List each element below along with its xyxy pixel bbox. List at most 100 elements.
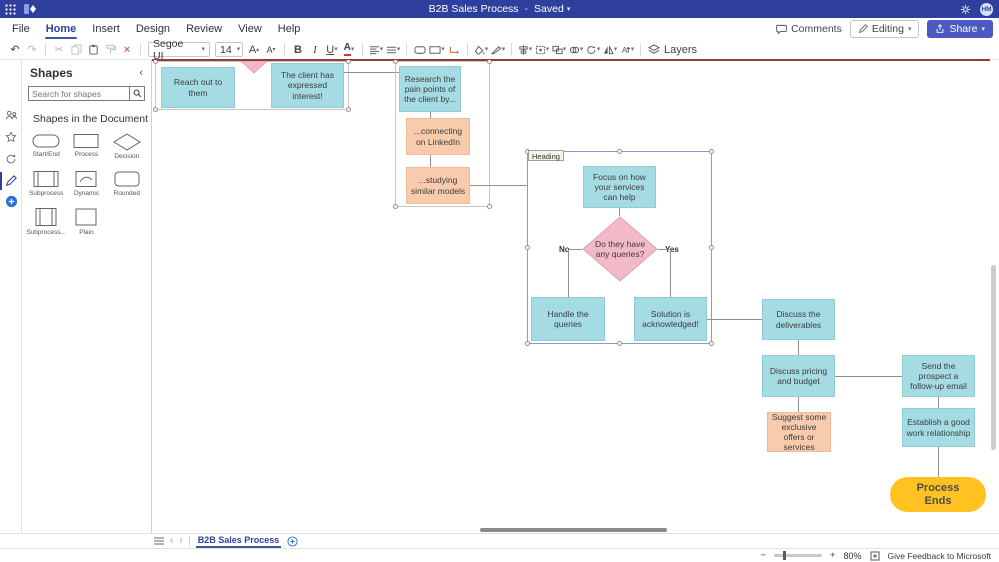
node-discuss-deliverables[interactable]: Discuss the deliverables xyxy=(762,299,835,340)
connector[interactable] xyxy=(938,447,939,477)
feedback-link[interactable]: Give Feedback to Microsoft xyxy=(888,551,991,561)
node-queries-decision[interactable]: Do they have any queries? xyxy=(582,216,658,282)
underline-button[interactable]: U▾ xyxy=(324,42,340,58)
zoom-out-button[interactable]: − xyxy=(760,550,766,561)
search-icon[interactable] xyxy=(129,87,144,100)
node-focus-services[interactable]: Focus on how your services can help xyxy=(583,166,656,208)
selection-handle[interactable] xyxy=(709,149,714,154)
vertical-align-button[interactable]: ▾ xyxy=(385,42,401,58)
copy-button[interactable] xyxy=(68,42,84,58)
account-avatar[interactable]: HM xyxy=(980,3,993,16)
node-connecting-linkedin[interactable]: ...connecting on LinkedIn xyxy=(406,118,470,155)
vertical-scrollbar-thumb[interactable] xyxy=(991,265,996,450)
undo-button[interactable]: ↶ xyxy=(7,42,23,58)
change-shape-button[interactable]: ▾ xyxy=(429,42,445,58)
bold-button[interactable]: B xyxy=(290,42,306,58)
text-align-button[interactable]: ▾ xyxy=(368,42,384,58)
pen-stencil-icon[interactable] xyxy=(4,174,18,188)
fill-color-button[interactable]: ▾ xyxy=(473,42,489,58)
shape-master-plain[interactable]: Plain xyxy=(66,203,106,236)
node-solution-acknowledged[interactable]: Solution is acknowledged! xyxy=(634,297,707,341)
align-objects-button[interactable]: ▾ xyxy=(517,42,533,58)
line-color-button[interactable]: ▾ xyxy=(490,42,506,58)
connector[interactable] xyxy=(670,249,671,297)
format-painter-button[interactable] xyxy=(102,42,118,58)
node-client-interest[interactable]: The client has expressed interest! xyxy=(271,63,344,108)
add-page-button[interactable] xyxy=(287,536,298,547)
zoom-slider-thumb[interactable] xyxy=(783,551,786,560)
connector[interactable] xyxy=(835,376,902,377)
add-stencil-button[interactable] xyxy=(4,194,18,208)
tab-file[interactable]: File xyxy=(4,18,38,40)
connector[interactable] xyxy=(938,397,939,408)
tab-help[interactable]: Help xyxy=(270,18,309,40)
connector[interactable] xyxy=(798,397,799,412)
previous-page-button[interactable]: ‹ xyxy=(170,536,173,546)
container-heading-label[interactable]: Heading xyxy=(528,150,564,161)
node-handle-queries[interactable]: Handle the queries xyxy=(531,297,605,341)
shape-search-input[interactable] xyxy=(29,89,129,99)
tab-home[interactable]: Home xyxy=(38,18,85,40)
shape-master-subprocess[interactable]: Subprocess xyxy=(26,166,66,197)
delete-button[interactable]: × xyxy=(119,42,135,58)
layers-button[interactable]: Layers xyxy=(648,44,697,56)
zoom-slider[interactable] xyxy=(774,554,822,557)
vertical-scrollbar[interactable] xyxy=(990,60,997,527)
node-suggest-offers[interactable]: Suggest some exclusive offers or service… xyxy=(767,412,831,452)
cut-button[interactable]: ✂ xyxy=(51,42,67,58)
connector-type-button[interactable] xyxy=(446,42,462,58)
font-family-select[interactable]: Segoe UI ▾ xyxy=(148,42,210,57)
node-reach-out[interactable]: Reach out to them xyxy=(161,67,235,108)
shape-master-process[interactable]: Process xyxy=(66,129,106,160)
connector[interactable] xyxy=(707,319,762,320)
selection-handle[interactable] xyxy=(617,149,622,154)
connector[interactable] xyxy=(568,249,569,297)
page-tab[interactable]: B2B Sales Process xyxy=(196,535,282,548)
node-establish-relationship[interactable]: Establish a good work relationship xyxy=(902,408,975,447)
flip-button[interactable]: ▾ xyxy=(602,42,618,58)
position-button[interactable]: ▾ xyxy=(534,42,550,58)
horizontal-scrollbar-thumb[interactable] xyxy=(480,528,667,532)
connector[interactable] xyxy=(470,185,527,186)
zoom-in-button[interactable]: + xyxy=(830,550,836,561)
shape-master-subprocess-alt[interactable]: Subprocess... xyxy=(26,203,66,236)
paste-button[interactable] xyxy=(85,42,101,58)
save-status-menu[interactable]: Saved ▾ xyxy=(534,3,570,15)
connector[interactable] xyxy=(344,72,399,73)
page-list-button[interactable] xyxy=(154,537,164,545)
shape-master-start-end[interactable]: Start/End xyxy=(26,129,66,160)
app-launcher-icon[interactable] xyxy=(5,4,16,15)
node-studying-models[interactable]: ...studying similar models xyxy=(406,167,470,204)
selection-handle[interactable] xyxy=(525,245,530,250)
node-followup-email[interactable]: Send the prospect a follow-up email xyxy=(902,355,975,397)
fit-page-icon[interactable] xyxy=(870,551,880,561)
selection-handle[interactable] xyxy=(487,204,492,209)
tab-insert[interactable]: Insert xyxy=(84,18,128,40)
settings-gear-icon[interactable] xyxy=(960,4,971,15)
connector[interactable] xyxy=(619,208,620,216)
editing-mode-dropdown[interactable]: Editing ▾ xyxy=(850,20,920,38)
shrink-font-button[interactable]: A▾ xyxy=(263,42,279,58)
share-button[interactable]: Share ▾ xyxy=(927,20,993,38)
connector[interactable] xyxy=(430,155,431,167)
favorites-icon[interactable] xyxy=(4,130,18,144)
font-size-select[interactable]: 14 ▾ xyxy=(215,42,243,57)
refresh-shapes-icon[interactable] xyxy=(4,152,18,166)
node-process-ends[interactable]: Process Ends xyxy=(890,477,986,512)
selection-handle[interactable] xyxy=(709,341,714,346)
selection-handle[interactable] xyxy=(153,107,158,112)
redo-button[interactable]: ↷ xyxy=(24,42,40,58)
selection-handle[interactable] xyxy=(525,341,530,346)
shape-master-rounded[interactable]: Rounded xyxy=(107,166,147,197)
selection-handle[interactable] xyxy=(346,107,351,112)
rotate-button[interactable]: ▾ xyxy=(585,42,601,58)
connector[interactable] xyxy=(658,249,670,250)
node-research[interactable]: Research the pain points of the client b… xyxy=(399,66,461,112)
connector[interactable] xyxy=(798,340,799,355)
grow-font-button[interactable]: A▴ xyxy=(246,42,262,58)
cropped-decision-shape[interactable] xyxy=(240,61,268,74)
node-discuss-pricing[interactable]: Discuss pricing and budget xyxy=(762,355,835,397)
selection-handle[interactable] xyxy=(709,245,714,250)
text-direction-button[interactable]: A▾ xyxy=(619,42,635,58)
change-shape-rounded-button[interactable] xyxy=(412,42,428,58)
